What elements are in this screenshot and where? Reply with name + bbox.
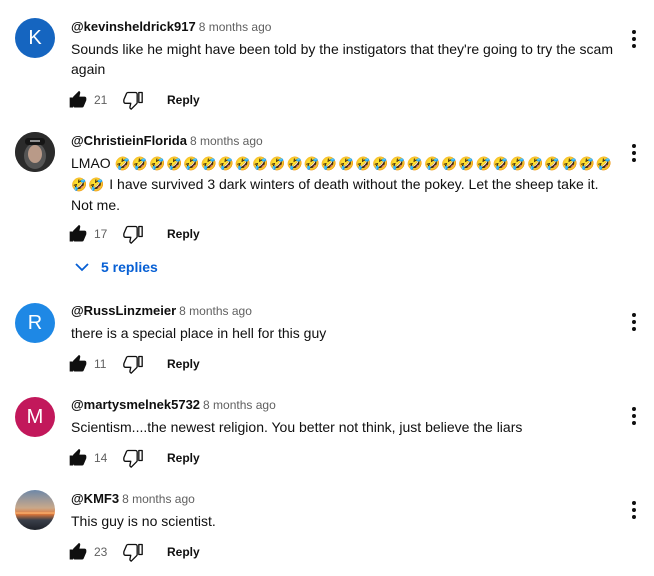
comment-actions: 17 Reply — [67, 222, 200, 246]
rofl-emoji: 🤣 — [355, 156, 372, 171]
rofl-emoji: 🤣 — [148, 156, 166, 171]
thumbs-down-icon[interactable] — [122, 224, 144, 244]
more-vertical-icon[interactable] — [626, 404, 642, 428]
comment-text: Scientism....the newest religion. You be… — [71, 419, 523, 435]
view-replies-button[interactable]: 5 replies — [75, 257, 158, 277]
rofl-emoji: 🤣 — [475, 156, 492, 171]
avatar[interactable] — [15, 132, 55, 172]
comment-text: Sounds like he might have been told by t… — [71, 41, 613, 77]
thumbs-down-icon[interactable] — [122, 90, 144, 110]
avatar[interactable] — [15, 490, 55, 530]
rofl-emoji: 🤣 — [183, 156, 200, 171]
author-name[interactable]: @KMF3 — [71, 491, 119, 506]
rofl-emoji: 🤣 — [131, 156, 148, 171]
rofl-emoji: 🤣 — [217, 156, 234, 171]
comment-header: @kevinsheldrick917 8 months ago — [71, 19, 271, 35]
rofl-emoji: 🤣 — [423, 156, 441, 171]
comment-time[interactable]: 8 months ago — [190, 134, 263, 148]
like-count: 21 — [94, 93, 108, 107]
more-vertical-icon[interactable] — [626, 141, 642, 165]
comment-header: @KMF3 8 months ago — [71, 491, 195, 507]
thumbs-down-icon[interactable] — [122, 542, 144, 562]
comment-text: LMAO 🤣🤣🤣🤣🤣🤣🤣🤣🤣🤣🤣🤣🤣🤣🤣🤣🤣🤣🤣🤣🤣🤣🤣🤣🤣🤣🤣🤣🤣🤣🤣 I h… — [71, 153, 616, 215]
rofl-emoji: 🤣 — [200, 156, 217, 171]
thumbs-up-icon[interactable] — [67, 90, 89, 110]
author-name[interactable]: @kevinsheldrick917 — [71, 19, 196, 34]
like-count: 11 — [94, 357, 107, 371]
rofl-emoji: 🤣 — [286, 156, 303, 171]
comment-actions: 21 Reply — [67, 88, 200, 112]
reply-button[interactable]: Reply — [167, 545, 200, 559]
more-vertical-icon[interactable] — [626, 498, 642, 522]
avatar[interactable]: K — [15, 18, 55, 58]
thumbs-up-icon[interactable] — [67, 542, 89, 562]
thumbs-up-icon[interactable] — [67, 448, 89, 468]
comment-header: @martysmelnek5732 8 months ago — [71, 397, 276, 413]
author-name[interactable]: @RussLinzmeier — [71, 303, 176, 318]
reply-button[interactable]: Reply — [167, 227, 200, 241]
comment-time[interactable]: 8 months ago — [179, 304, 252, 318]
comment-text-prefix: LMAO — [71, 155, 111, 171]
comment-header: @ChristieinFlorida 8 months ago — [71, 133, 263, 149]
rofl-emoji: 🤣 — [544, 156, 561, 171]
comment-text: This guy is no scientist. — [71, 513, 216, 529]
rofl-emoji: 🤣 — [338, 156, 355, 171]
comment-time[interactable]: 8 months ago — [199, 20, 272, 34]
rofl-emoji: 🤣 — [252, 156, 269, 171]
like-count: 23 — [94, 545, 108, 559]
like-count: 14 — [94, 451, 108, 465]
avatar-image — [15, 132, 55, 172]
comment-actions: 14 Reply — [67, 446, 200, 470]
thumbs-up-icon[interactable] — [67, 354, 89, 374]
rofl-emoji: 🤣 — [458, 156, 475, 171]
rofl-emoji: 🤣 — [303, 156, 320, 171]
author-name[interactable]: @ChristieinFlorida — [71, 133, 187, 148]
reply-button[interactable]: Reply — [167, 93, 200, 107]
comment-time[interactable]: 8 months ago — [203, 398, 276, 412]
rofl-emoji: 🤣 — [166, 156, 183, 171]
comment-actions: 23 Reply — [67, 540, 200, 564]
rofl-emoji: 🤣 — [595, 156, 613, 171]
comment-text-suffix: I have survived 3 dark winters of death … — [71, 176, 599, 213]
comment-header: @RussLinzmeier 8 months ago — [71, 303, 252, 319]
avatar[interactable]: R — [15, 303, 55, 343]
thumbs-up-icon[interactable] — [67, 224, 89, 244]
author-name[interactable]: @martysmelnek5732 — [71, 397, 200, 412]
comment-time[interactable]: 8 months ago — [122, 492, 195, 506]
reply-button[interactable]: Reply — [167, 451, 200, 465]
rofl-emoji: 🤣 — [509, 156, 527, 171]
comment-text: there is a special place in hell for thi… — [71, 325, 327, 341]
rofl-emoji: 🤣 — [561, 156, 578, 171]
more-vertical-icon[interactable] — [626, 310, 642, 334]
rofl-emoji: 🤣 — [88, 177, 105, 192]
avatar-image — [15, 490, 55, 530]
rofl-emoji: 🤣 — [492, 156, 509, 171]
rofl-emoji: 🤣 — [389, 156, 406, 171]
rofl-emoji: 🤣 — [320, 156, 338, 171]
rofl-emoji: 🤣 — [372, 156, 389, 171]
like-count: 17 — [94, 227, 108, 241]
rofl-emoji: 🤣 — [441, 156, 458, 171]
rofl-emoji: 🤣 — [114, 156, 131, 171]
more-vertical-icon[interactable] — [626, 27, 642, 51]
rofl-emoji: 🤣 — [527, 156, 544, 171]
replies-count: 5 replies — [101, 259, 158, 275]
thumbs-down-icon[interactable] — [122, 354, 144, 374]
avatar[interactable]: M — [15, 397, 55, 437]
reply-button[interactable]: Reply — [167, 357, 200, 371]
thumbs-down-icon[interactable] — [122, 448, 144, 468]
rofl-emoji: 🤣 — [234, 156, 252, 171]
rofl-emoji: 🤣 — [71, 177, 88, 192]
rofl-emoji: 🤣 — [578, 156, 595, 171]
rofl-emoji: 🤣 — [269, 156, 286, 171]
chevron-down-icon — [75, 263, 89, 272]
rofl-emoji: 🤣 — [406, 156, 423, 171]
comment-actions: 11 Reply — [67, 352, 200, 376]
